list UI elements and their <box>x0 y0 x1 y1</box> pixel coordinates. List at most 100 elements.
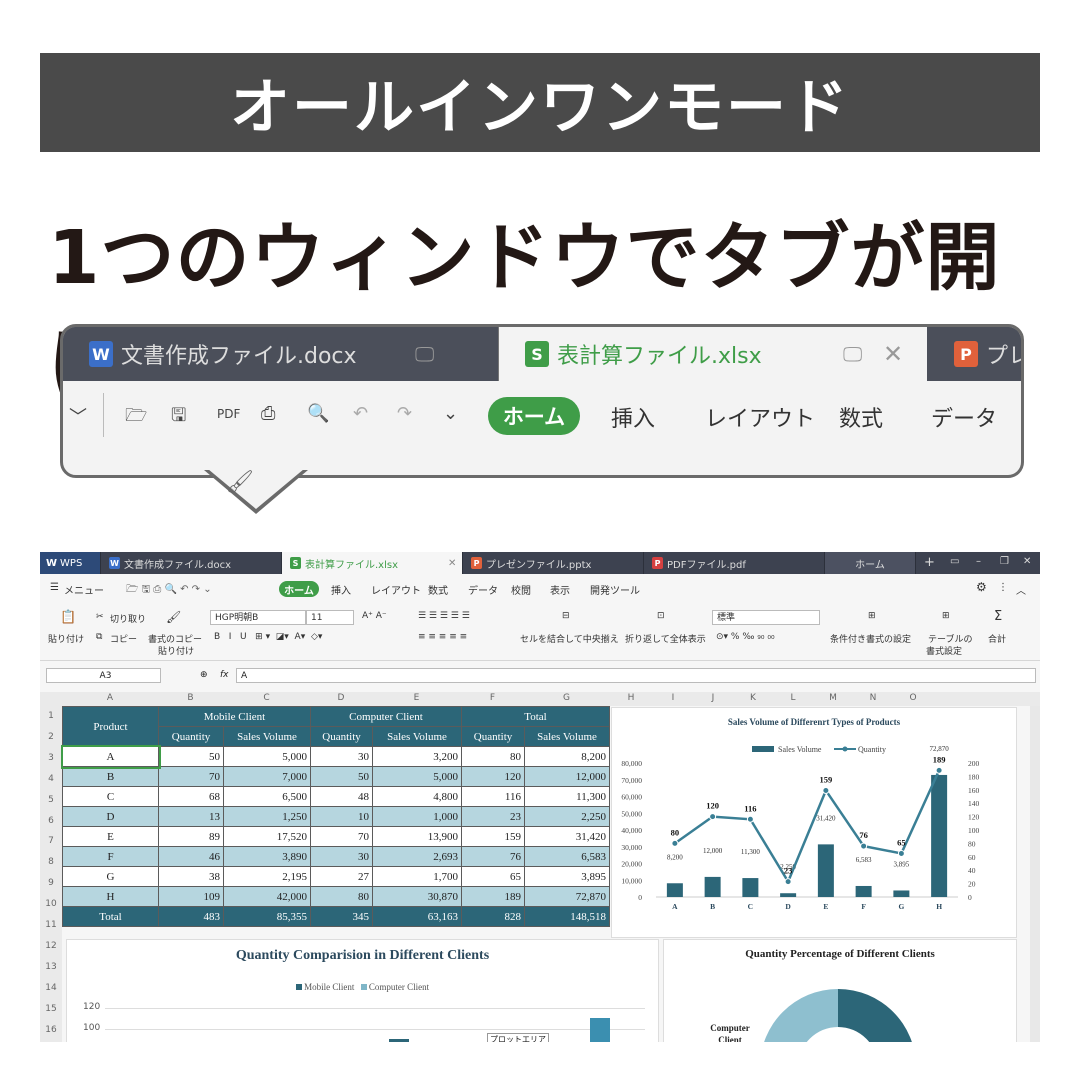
column-header[interactable]: B <box>158 693 223 703</box>
wrap-icon[interactable]: ⊡ <box>657 611 665 621</box>
tab-insert[interactable]: 挿入 <box>331 582 351 597</box>
value-cell[interactable]: 159 <box>461 826 525 847</box>
vertical-scrollbar[interactable] <box>1030 706 1040 1042</box>
row-header[interactable]: 4 <box>40 774 62 784</box>
tab-view[interactable]: 表示 <box>550 582 570 597</box>
menu-button[interactable]: メニュー <box>64 582 104 597</box>
close-window-icon[interactable]: ✕ <box>1023 556 1031 567</box>
quick-access-icons[interactable]: 🗁 🖫 ⎙ 🔍 ↶ ↷ ⌄ <box>126 582 212 599</box>
column-header[interactable]: K <box>733 693 773 703</box>
row-header[interactable]: 11 <box>40 920 62 930</box>
value-cell[interactable]: 30,870 <box>372 886 462 907</box>
column-header[interactable]: J <box>693 693 733 703</box>
value-cell[interactable]: 12,000 <box>524 766 610 787</box>
product-cell[interactable]: G <box>62 866 159 887</box>
value-cell[interactable]: 120 <box>461 766 525 787</box>
column-header[interactable]: E <box>372 693 461 703</box>
tab-layout[interactable]: レイアウト <box>371 582 421 597</box>
value-cell[interactable]: 31,420 <box>524 826 610 847</box>
conditional-format-button[interactable]: 条件付き書式の設定 <box>830 632 911 645</box>
value-cell[interactable]: 42,000 <box>223 886 311 907</box>
value-cell[interactable]: 13,900 <box>372 826 462 847</box>
monitor-icon[interactable]: 🖵 <box>415 342 434 366</box>
name-box[interactable]: A3 <box>46 668 161 683</box>
zoom-icon[interactable]: ⊕ <box>200 670 208 680</box>
value-cell[interactable]: 189 <box>461 886 525 907</box>
column-header[interactable]: F <box>461 693 524 703</box>
collapse-ribbon-icon[interactable]: ︿ <box>1016 582 1026 597</box>
close-icon[interactable]: ✕ <box>448 558 456 569</box>
window-list-icon[interactable]: ▭ <box>950 556 959 567</box>
more-icon[interactable]: ⋮ <box>998 582 1008 593</box>
value-cell[interactable]: 48 <box>310 786 373 807</box>
sum-button[interactable]: 合計 <box>988 632 1006 645</box>
paste-icon[interactable]: 📋 <box>60 610 76 625</box>
restore-icon[interactable]: ❐ <box>1000 556 1009 567</box>
column-header[interactable]: I <box>653 693 693 703</box>
print-icon[interactable]: ⎙ <box>261 403 275 424</box>
minimize-icon[interactable]: – <box>976 556 981 567</box>
total-cell[interactable]: 828 <box>461 906 525 927</box>
row-header[interactable]: 2 <box>40 732 62 742</box>
app-tab-docx[interactable]: W 文書作成ファイル.docx <box>101 552 282 574</box>
font-grow-shrink-icons[interactable]: A⁺ A⁻ <box>362 611 387 621</box>
formula-input[interactable]: A <box>236 668 1036 683</box>
value-cell[interactable]: 80 <box>461 746 525 767</box>
value-cell[interactable]: 65 <box>461 866 525 887</box>
row-header[interactable]: 14 <box>40 983 62 993</box>
font-name-select[interactable]: HGP明朝B <box>210 610 306 625</box>
value-cell[interactable]: 50 <box>310 766 373 787</box>
column-header[interactable]: O <box>893 693 933 703</box>
table-style-icon[interactable]: ⊞ <box>942 611 950 621</box>
value-cell[interactable]: 46 <box>158 846 224 867</box>
wps-home-button[interactable]: W WPS <box>40 552 101 574</box>
total-cell[interactable]: 63,163 <box>372 906 462 927</box>
value-cell[interactable]: 2,195 <box>223 866 311 887</box>
value-cell[interactable]: 109 <box>158 886 224 907</box>
value-cell[interactable]: 6,583 <box>524 846 610 867</box>
copy-button[interactable]: コピー <box>110 632 137 645</box>
callout-formula-tab[interactable]: 数式 <box>839 401 883 433</box>
copy-icon[interactable]: ⧉ <box>96 632 102 642</box>
callout-insert-tab[interactable]: 挿入 <box>611 401 655 433</box>
value-cell[interactable]: 89 <box>158 826 224 847</box>
value-cell[interactable]: 70 <box>310 826 373 847</box>
value-cell[interactable]: 17,520 <box>223 826 311 847</box>
callout-layout-tab[interactable]: レイアウト <box>705 401 815 433</box>
value-cell[interactable]: 27 <box>310 866 373 887</box>
total-cell[interactable]: 345 <box>310 906 373 927</box>
value-cell[interactable]: 80 <box>310 886 373 907</box>
value-cell[interactable]: 13 <box>158 806 224 827</box>
value-cell[interactable]: 1,250 <box>223 806 311 827</box>
app-tab-xlsx[interactable]: S 表計算ファイル.xlsx ✕ <box>282 552 463 574</box>
chevron-down-icon[interactable]: ﹀ <box>69 403 87 429</box>
column-header[interactable]: C <box>223 693 310 703</box>
value-cell[interactable]: 2,250 <box>524 806 610 827</box>
fx-icon[interactable]: fx <box>220 670 229 680</box>
product-cell[interactable]: A <box>60 744 161 769</box>
hamburger-icon[interactable]: ☰ <box>50 582 59 593</box>
row-header[interactable]: 16 <box>40 1025 62 1035</box>
value-cell[interactable]: 1,700 <box>372 866 462 887</box>
new-tab-icon[interactable]: + <box>924 555 935 570</box>
quantity-percentage-chart[interactable]: Quantity Percentage of Different Clients… <box>663 939 1017 1042</box>
total-cell[interactable]: 148,518 <box>524 906 610 927</box>
save-icon[interactable]: 🖫 <box>171 403 186 433</box>
column-header[interactable]: D <box>310 693 372 703</box>
value-cell[interactable]: 11,300 <box>524 786 610 807</box>
format-painter-icon[interactable]: 🖌 <box>166 610 181 624</box>
value-cell[interactable]: 5,000 <box>372 766 462 787</box>
column-header[interactable]: N <box>853 693 893 703</box>
product-cell[interactable]: C <box>62 786 159 807</box>
app-tab-pdf[interactable]: P PDFファイル.pdf <box>644 552 825 574</box>
total-cell[interactable]: Total <box>62 906 159 927</box>
column-header[interactable]: A <box>62 693 158 703</box>
align-icons[interactable]: ≡ ≡ ≡ ≡ ≡ <box>418 632 467 642</box>
row-header[interactable]: 7 <box>40 836 62 846</box>
product-cell[interactable]: D <box>62 806 159 827</box>
tab-data[interactable]: データ <box>468 582 498 597</box>
row-header[interactable]: 8 <box>40 857 62 867</box>
number-format-select[interactable]: 標準 <box>712 610 820 625</box>
value-cell[interactable]: 1,000 <box>372 806 462 827</box>
callout-data-tab[interactable]: データ <box>931 401 997 433</box>
